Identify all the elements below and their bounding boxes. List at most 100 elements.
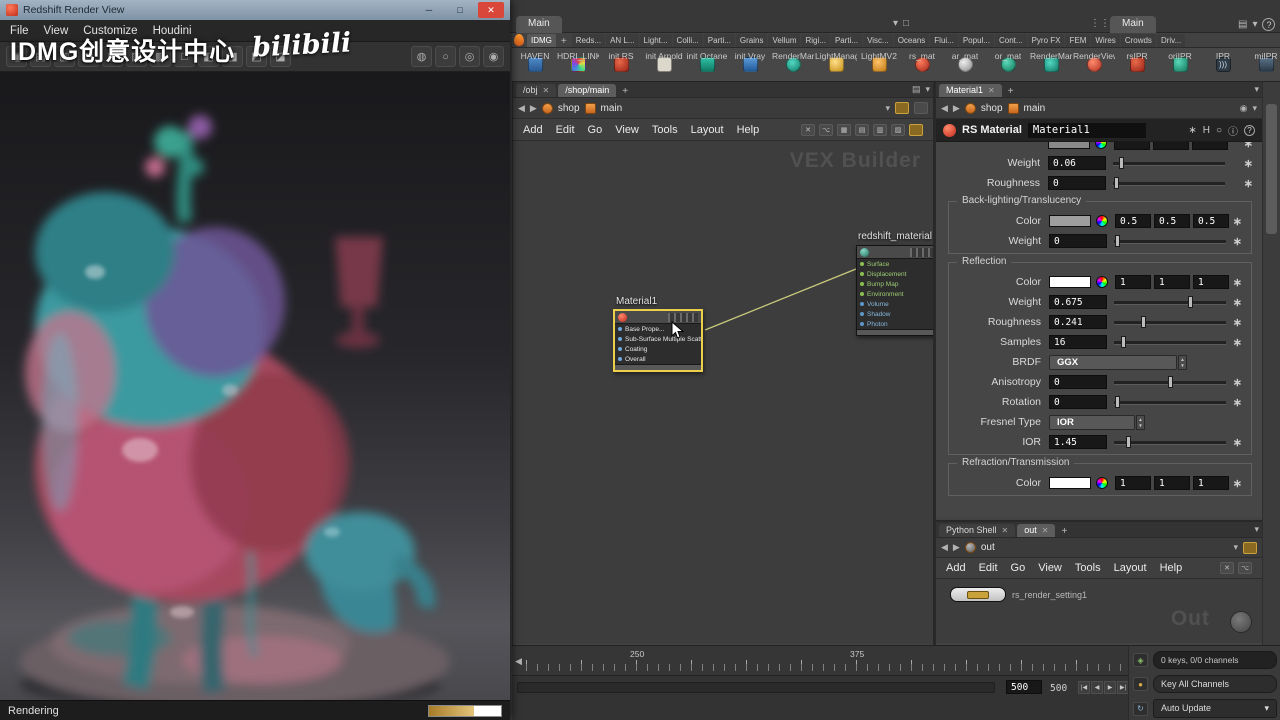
key-all-channels-button[interactable]: Key All Channels bbox=[1153, 675, 1277, 693]
parameter-scrollbar[interactable] bbox=[1262, 82, 1280, 645]
stepper-icon[interactable]: ▲ ▼ bbox=[1178, 354, 1187, 370]
pin-icon[interactable]: ◉ bbox=[1240, 103, 1248, 114]
shelf-tool[interactable]: LightMV2 bbox=[858, 51, 900, 72]
input-connector[interactable] bbox=[618, 327, 622, 331]
shelf-tool[interactable]: rs_mat bbox=[901, 51, 943, 72]
brdf-dropdown[interactable]: GGX bbox=[1049, 354, 1177, 370]
node-row[interactable]: Displacement bbox=[857, 269, 933, 279]
rotation-slider[interactable] bbox=[1114, 395, 1226, 409]
network-canvas[interactable]: VEX Builder Material1 Base Prope... Sub-… bbox=[513, 141, 933, 644]
shelf-tab[interactable]: Popul... bbox=[958, 34, 994, 47]
path-chevron-icon[interactable]: ▾ bbox=[1252, 103, 1257, 114]
input-connector[interactable] bbox=[618, 337, 622, 341]
color-swatch[interactable] bbox=[1048, 142, 1090, 149]
input-connector[interactable] bbox=[618, 347, 622, 351]
shelf-tool[interactable]: RenderView bbox=[1073, 51, 1115, 72]
menu-edit[interactable]: Edit bbox=[979, 562, 998, 574]
settings-icon[interactable]: ◉ bbox=[483, 46, 504, 67]
channel-scope-icon[interactable]: ◈ bbox=[1133, 653, 1148, 667]
material1-node[interactable]: Material1 Base Prope... Sub-Surface Mult… bbox=[613, 296, 703, 372]
timeline-ruler[interactable]: ◀ 250 375 bbox=[512, 645, 1128, 675]
node-row[interactable]: Coating bbox=[615, 344, 701, 354]
close-button[interactable]: ✕ bbox=[478, 2, 504, 18]
node-row[interactable]: Shadow bbox=[857, 309, 933, 319]
color-field-r[interactable]: 1 bbox=[1115, 476, 1151, 490]
path-chevron-icon[interactable]: ▾ bbox=[1233, 542, 1238, 553]
pane-maximize-icon[interactable]: □ bbox=[903, 18, 909, 29]
samples-field[interactable]: 16 bbox=[1049, 335, 1107, 349]
shelf-tool[interactable]: HDRI_LINK bbox=[557, 51, 599, 72]
grid-view-icon-4[interactable]: ▨ bbox=[891, 123, 905, 136]
color-swatch[interactable] bbox=[1049, 276, 1091, 288]
refl-roughness-field[interactable]: 0.241 bbox=[1049, 315, 1107, 329]
path-segment-shop[interactable]: shop bbox=[981, 103, 1003, 114]
out-canvas[interactable]: rs_render_setting1 Out bbox=[936, 579, 1262, 643]
tab-python-shell[interactable]: Python Shell ✕ bbox=[939, 524, 1016, 537]
color-field-b[interactable] bbox=[1192, 142, 1228, 150]
shelf-tab[interactable]: Crowds bbox=[1120, 34, 1156, 47]
timeline-left-arrow-icon[interactable]: ◀ bbox=[515, 656, 522, 667]
color-field-r[interactable]: 1 bbox=[1115, 275, 1151, 289]
fresnel-dropdown[interactable]: IOR bbox=[1049, 414, 1135, 430]
color-field-g[interactable]: 1 bbox=[1154, 476, 1190, 490]
update-mode-icon[interactable]: ↻ bbox=[1133, 701, 1148, 716]
param-menu-icon[interactable]: ∗ bbox=[1233, 296, 1242, 309]
key-icon[interactable]: ● bbox=[1133, 677, 1148, 691]
pane-split-icon[interactable]: ▾ bbox=[893, 18, 898, 29]
menu-tools[interactable]: Tools bbox=[652, 124, 678, 136]
forward-icon[interactable]: ▶ bbox=[530, 103, 537, 114]
shelf-tab[interactable]: Wires bbox=[1091, 34, 1120, 47]
shelf-tool[interactable]: HAVEN bbox=[514, 51, 556, 72]
param-menu-icon[interactable]: ∗ bbox=[1233, 235, 1242, 248]
node-row[interactable]: Environment bbox=[857, 289, 933, 299]
pane-grid-icon[interactable]: ▤ bbox=[1238, 19, 1247, 30]
parameter-tab-material1[interactable]: Material1 ✕ bbox=[939, 84, 1002, 97]
shelf-tab[interactable]: Reds... bbox=[571, 34, 606, 47]
path-segment-main[interactable]: main bbox=[601, 103, 623, 114]
shelf-tab[interactable]: Driv... bbox=[1156, 34, 1186, 47]
pane-layout-icon[interactable]: ▾ bbox=[1252, 19, 1257, 30]
bl-weight-slider[interactable] bbox=[1114, 234, 1226, 248]
shelf-tool[interactable]: init Arnold bbox=[643, 51, 685, 72]
shelf-tab[interactable]: AN L... bbox=[606, 34, 639, 47]
input-connector[interactable] bbox=[618, 357, 622, 361]
redshift-material-node[interactable]: redshift_material Surface Displacement B… bbox=[856, 231, 933, 336]
menu-help[interactable]: Help bbox=[737, 124, 760, 136]
shelf-tool[interactable]: ar_mat bbox=[944, 51, 986, 72]
color-swatch[interactable] bbox=[1049, 477, 1091, 489]
play-reverse-icon[interactable]: ◀ bbox=[1091, 681, 1103, 694]
shelf-tab[interactable]: Rigi... bbox=[801, 34, 830, 47]
back-icon[interactable]: ◀ bbox=[941, 103, 948, 114]
network-tab-shop-main[interactable]: /shop/main bbox=[558, 84, 617, 97]
maximize-button[interactable]: □ bbox=[447, 2, 473, 18]
help-icon[interactable]: ? bbox=[1244, 124, 1255, 136]
shelf-tab[interactable]: Visc... bbox=[863, 34, 893, 47]
lock-icon[interactable]: ◍ bbox=[411, 46, 432, 67]
grid-view-icon-3[interactable]: ▥ bbox=[873, 123, 887, 136]
param-menu-icon[interactable]: ∗ bbox=[1244, 177, 1253, 190]
shelf-tool[interactable]: RenderMan Preset Brow... bbox=[1030, 51, 1072, 72]
right-pane-tab-main[interactable]: Main bbox=[1110, 16, 1156, 33]
pane-drag-icon[interactable]: ⋮⋮ bbox=[1090, 18, 1110, 29]
weight-slider[interactable] bbox=[1113, 156, 1225, 170]
snapshot-icon[interactable] bbox=[1243, 541, 1257, 554]
ior-field[interactable]: 1.45 bbox=[1049, 435, 1107, 449]
stepper-icon[interactable]: ▲ ▼ bbox=[1136, 414, 1145, 430]
param-menu-icon[interactable]: ∗ bbox=[1244, 157, 1253, 170]
select-tool-icon[interactable]: ✕ bbox=[801, 123, 815, 136]
gear-icon[interactable]: ∗ bbox=[1188, 125, 1196, 136]
shelf-tool[interactable]: oriIPR bbox=[1159, 51, 1201, 72]
shelf-add-tab-icon[interactable]: + bbox=[557, 36, 571, 47]
color-swatch[interactable] bbox=[1049, 215, 1091, 227]
snap-icon[interactable] bbox=[909, 123, 923, 136]
menu-view[interactable]: View bbox=[615, 124, 639, 136]
rop-node-body[interactable] bbox=[950, 587, 1006, 602]
node-row[interactable]: Base Prope... bbox=[615, 324, 701, 334]
param-menu-icon[interactable]: ∗ bbox=[1233, 436, 1242, 449]
param-menu-icon[interactable]: ∗ bbox=[1233, 477, 1242, 490]
roughness-field[interactable]: 0 bbox=[1048, 176, 1106, 190]
node-row[interactable]: Sub-Surface Multiple Scatt... bbox=[615, 334, 701, 344]
menu-layout[interactable]: Layout bbox=[1114, 562, 1147, 574]
window-title-bar[interactable]: Redshift Render View ─ □ ✕ bbox=[0, 0, 510, 20]
shelf-tool[interactable]: or_mat bbox=[987, 51, 1029, 72]
